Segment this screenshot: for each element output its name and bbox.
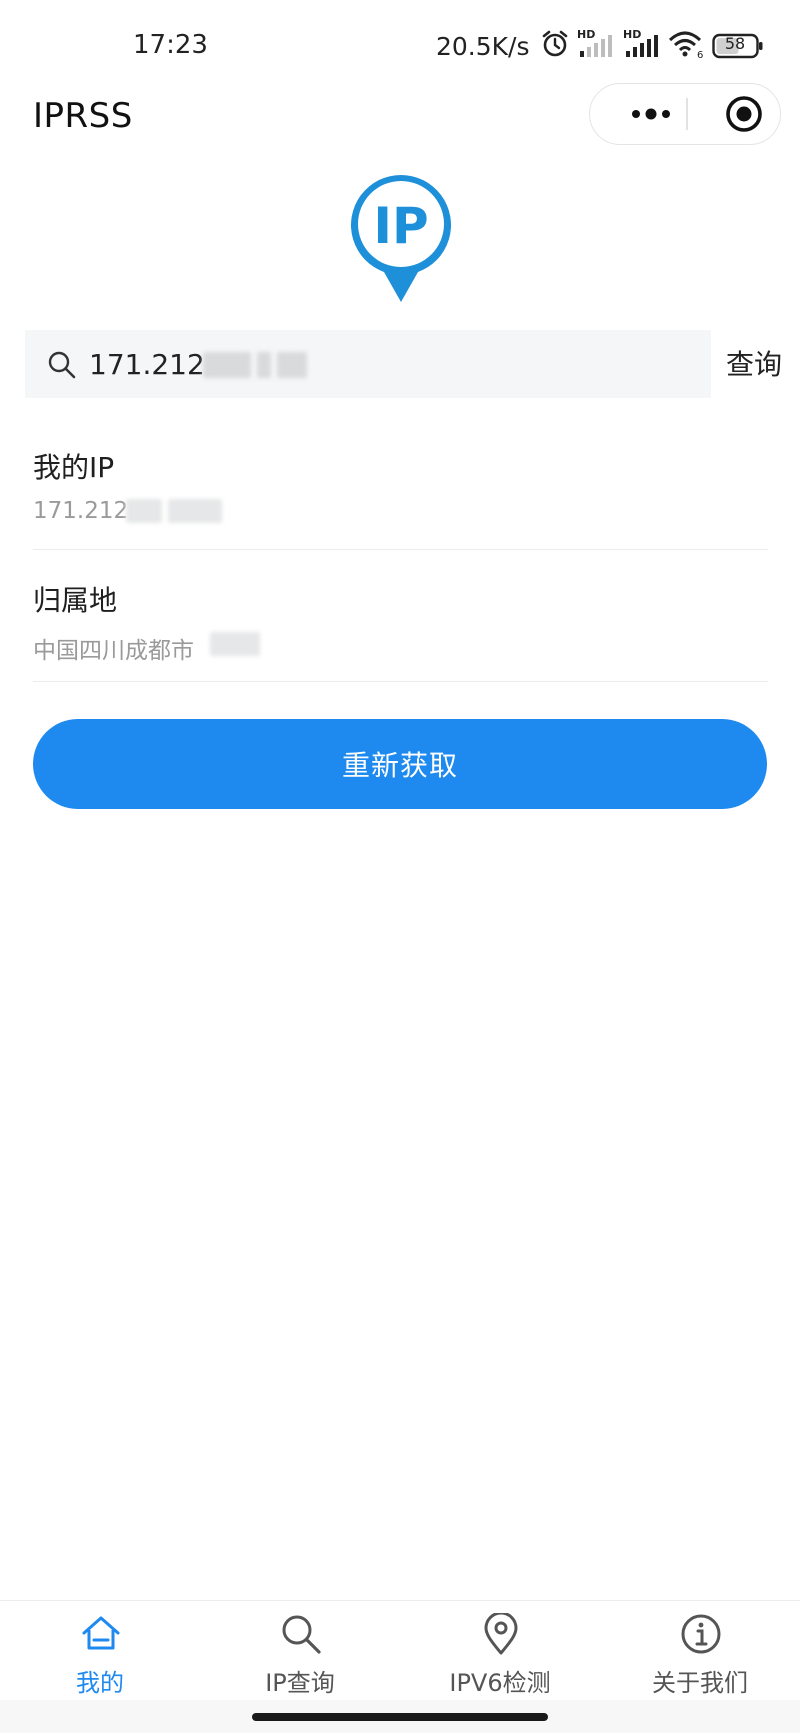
status-icons: 20.5K/s HD HD 6 58 <box>436 28 764 64</box>
tab-ip-query[interactable]: IP查询 <box>200 1601 400 1701</box>
ip-logo: IP <box>346 166 456 306</box>
page-title: IPRSS <box>33 96 133 136</box>
more-icon[interactable] <box>616 84 686 143</box>
mini-program-capsule <box>589 83 781 145</box>
search-icon <box>280 1613 322 1655</box>
divider <box>33 549 768 550</box>
status-bar: 17:23 20.5K/s HD HD 6 58 <box>0 0 800 92</box>
redacted-ip-part <box>257 352 271 378</box>
signal-hd-icon: HD <box>576 27 616 65</box>
svg-text:HD: HD <box>577 28 595 41</box>
tab-label: IP查询 <box>265 1669 335 1697</box>
capsule-divider <box>686 98 688 130</box>
ip-search-box <box>25 330 711 398</box>
battery-level: 58 <box>724 34 746 53</box>
ip-search-input[interactable] <box>89 330 649 398</box>
tab-about-us[interactable]: 关于我们 <box>600 1601 800 1701</box>
battery-icon: 58 <box>711 33 764 59</box>
my-ip-value: 171.212 <box>33 498 129 524</box>
refresh-button[interactable]: 重新获取 <box>33 719 767 809</box>
redacted-ip-part <box>168 499 222 523</box>
location-value: 中国四川成都市 <box>33 638 194 664</box>
signal-hd-icon: HD <box>622 27 662 65</box>
tab-label: 关于我们 <box>652 1669 748 1697</box>
tab-ipv6-check[interactable]: IPV6检测 <box>400 1601 600 1701</box>
redacted-location-part <box>210 632 260 656</box>
info-icon <box>680 1613 722 1655</box>
location-pin-icon <box>480 1611 522 1655</box>
my-ip-label: 我的IP <box>33 451 115 484</box>
svg-text:HD: HD <box>623 28 641 41</box>
tab-label: IPV6检测 <box>449 1669 551 1697</box>
tab-label: 我的 <box>76 1669 124 1697</box>
alarm-icon <box>540 29 570 63</box>
redacted-ip-part <box>126 499 162 523</box>
home-icon <box>80 1613 122 1655</box>
redacted-ip-part <box>203 352 251 378</box>
wifi-icon: 6 <box>668 28 706 64</box>
location-label: 归属地 <box>33 584 118 617</box>
net-speed: 20.5K/s <box>436 31 530 61</box>
status-time: 17:23 <box>133 30 208 60</box>
target-icon[interactable] <box>714 84 774 143</box>
tab-bar: 我的 IP查询 IPV6检测 关于我们 <box>0 1600 800 1701</box>
search-button[interactable]: 查询 <box>726 343 782 383</box>
home-indicator[interactable] <box>252 1713 548 1721</box>
logo-text: IP <box>373 197 428 255</box>
redacted-ip-part <box>277 352 307 378</box>
tab-my[interactable]: 我的 <box>0 1601 200 1701</box>
svg-text:6: 6 <box>697 50 703 60</box>
divider <box>33 681 768 682</box>
search-icon <box>47 350 77 384</box>
